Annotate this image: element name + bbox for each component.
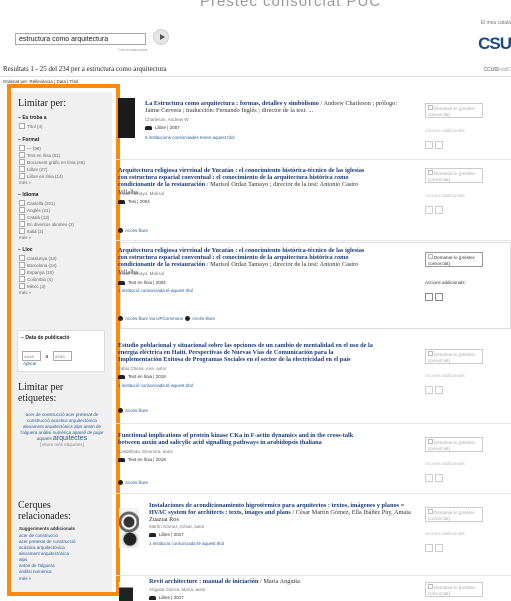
access-link[interactable]: Accés lliure xyxy=(185,316,215,321)
result-title[interactable]: Instalaciones de acondicionamiento higro… xyxy=(149,502,419,524)
holdings-link[interactable]: 5 institucions consorciades tenen aquest… xyxy=(145,135,235,140)
result-author[interactable]: Charleson, Andrew W. xyxy=(145,117,190,122)
additional-actions: Accions addicionals: xyxy=(425,461,466,466)
additional-actions: Accions addicionals: xyxy=(425,128,466,133)
access-link[interactable]: Accés lliure xyxy=(118,228,148,233)
additional-actions: Accions addicionals: xyxy=(425,373,466,378)
divider xyxy=(114,423,511,424)
action-icons[interactable] xyxy=(425,381,445,399)
worldcat-link[interactable]: WorldC xyxy=(494,67,511,73)
holdings-link[interactable]: 1 institució consorciada té aquest títol xyxy=(149,541,224,546)
arrow-icon xyxy=(118,228,123,233)
results-count: Resultats 1 - 25 del 234 per a estructur… xyxy=(3,65,167,73)
search-button[interactable] xyxy=(153,29,169,45)
access-link[interactable]: Accés lliure xyxy=(118,408,148,413)
action-icons[interactable] xyxy=(425,201,445,219)
result-author[interactable]: Castañeda, Eleonora, autor xyxy=(118,449,173,454)
my-account-link[interactable]: El meu català xyxy=(481,20,511,26)
highlight-frame xyxy=(7,84,120,596)
result-author[interactable]: Ordaz Tamayo, Marisol xyxy=(118,271,164,276)
result-author[interactable]: Anguita García, María, autor xyxy=(149,587,206,592)
result-author[interactable]: Martín Gómez, César, autor xyxy=(149,524,205,529)
result-title[interactable]: Estudio poblacional y situacional sobre … xyxy=(118,342,373,364)
book-icon xyxy=(145,126,152,130)
request-button[interactable]: Demanar-lo (préstec consorciat) xyxy=(425,349,483,364)
action-icons[interactable] xyxy=(425,288,445,306)
action-icons[interactable] xyxy=(425,539,445,557)
action-icons[interactable] xyxy=(425,136,445,154)
holdings-link[interactable]: 1 institució consorciada té aquest títol xyxy=(118,288,193,293)
request-button[interactable]: Demanar-lo (préstec consorciat) xyxy=(425,507,483,522)
arrow-icon xyxy=(185,316,190,321)
divider xyxy=(114,240,511,241)
request-button[interactable]: Demanar-lo (préstec consorciat) xyxy=(425,437,483,452)
request-button[interactable]: Demanar-lo (préstec consorciat) xyxy=(425,252,483,267)
book-cover xyxy=(119,508,139,548)
result-format: Text en línia | 2018 xyxy=(118,374,166,379)
result-title[interactable]: Revit architecture : manual de iniciació… xyxy=(149,578,404,585)
action-icons[interactable] xyxy=(425,469,445,487)
result-format: Tesi | 2004 xyxy=(118,199,150,204)
result-format: Text en línia | 2004 xyxy=(118,280,166,285)
result-author[interactable]: Fabio Chesa, Ana, autor xyxy=(118,366,167,371)
additional-actions: Accions addicionals: xyxy=(425,193,466,198)
result-format: Llibre | 2007 xyxy=(145,125,180,130)
request-button[interactable]: Demanar-lo (préstec consorciat) xyxy=(425,582,483,597)
advanced-search-link[interactable]: Cerca avançada xyxy=(118,47,147,52)
divider xyxy=(114,493,511,494)
result-author[interactable]: Ordaz Tamayo, Marisol xyxy=(118,191,164,196)
book-cover xyxy=(119,582,133,601)
result-format: Text en línia | 2018 xyxy=(118,457,166,462)
additional-actions: Accions addicionals: xyxy=(425,531,466,536)
request-button[interactable]: Demanar-lo (préstec consorciat) xyxy=(425,168,483,183)
access-link[interactable]: Accés lliure xyxy=(118,480,148,485)
divider xyxy=(114,159,511,160)
book-icon xyxy=(149,533,156,537)
result-format: Llibre | 2017 xyxy=(149,595,184,600)
search-input[interactable]: estructura como arquitectura xyxy=(15,33,146,45)
arrow-icon xyxy=(118,480,123,485)
online-text-icon xyxy=(118,458,125,462)
arrow-icon xyxy=(118,408,123,413)
page-title: Préstec consorciat PUC xyxy=(200,0,382,10)
holdings-link[interactable]: 1 institució consorciada té aquest títol xyxy=(118,383,193,388)
online-text-icon xyxy=(118,281,125,285)
access-link[interactable]: Accés lliure via UPCommons xyxy=(118,316,183,321)
result-title[interactable]: Functional implications of protein kinas… xyxy=(118,432,373,446)
thesis-icon xyxy=(118,200,125,204)
book-icon xyxy=(149,596,156,600)
result-title[interactable]: La Estructura como arquitectura : formas… xyxy=(145,100,400,114)
divider xyxy=(114,575,511,576)
result-format: Llibre | 2017 xyxy=(149,532,184,537)
book-cover xyxy=(118,98,135,138)
csuc-logo: CSU xyxy=(478,34,511,53)
online-text-icon xyxy=(118,375,125,379)
arrow-icon xyxy=(118,316,123,321)
additional-actions: Accions addicionals: xyxy=(425,280,466,285)
request-button[interactable]: Demanar-lo (préstec consorciat) xyxy=(425,103,483,118)
